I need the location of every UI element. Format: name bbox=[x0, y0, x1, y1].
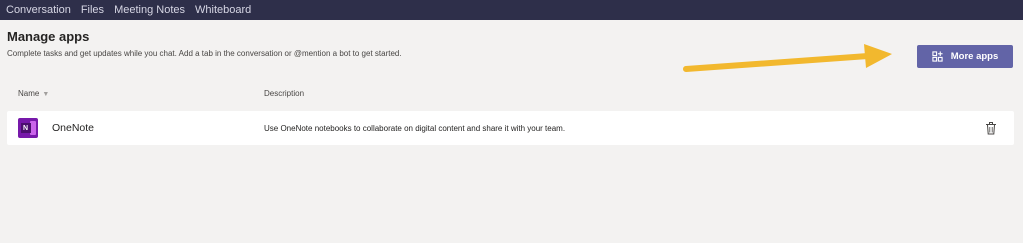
page-subtitle: Complete tasks and get updates while you… bbox=[7, 49, 402, 58]
page-title: Manage apps bbox=[7, 29, 90, 44]
app-name: OneNote bbox=[52, 122, 95, 134]
more-apps-button[interactable]: More apps bbox=[917, 45, 1013, 68]
app-row[interactable]: N OneNote Use OneNote notebooks to colla… bbox=[7, 111, 1014, 145]
apps-grid-icon bbox=[932, 51, 943, 62]
tab-files[interactable]: Files bbox=[81, 0, 104, 20]
sort-caret-icon: ▼ bbox=[42, 91, 50, 98]
onenote-letter: N bbox=[20, 123, 31, 133]
trash-icon[interactable] bbox=[985, 122, 997, 135]
column-header-name[interactable]: Name ▼ bbox=[18, 89, 49, 98]
column-header-name-label: Name bbox=[18, 89, 40, 98]
arrow-annotation-icon bbox=[683, 44, 892, 72]
app-description: Use OneNote notebooks to collaborate on … bbox=[264, 124, 566, 133]
tab-meeting-notes[interactable]: Meeting Notes bbox=[114, 0, 185, 20]
column-header-description: Description bbox=[264, 89, 305, 98]
onenote-icon: N bbox=[18, 118, 38, 138]
onenote-pages-shape bbox=[30, 121, 36, 135]
tab-whiteboard[interactable]: Whiteboard bbox=[195, 0, 251, 20]
channel-tab-bar: Conversation Files Meeting Notes Whitebo… bbox=[0, 0, 1023, 20]
more-apps-label: More apps bbox=[950, 51, 999, 62]
tab-conversation[interactable]: Conversation bbox=[6, 0, 71, 20]
